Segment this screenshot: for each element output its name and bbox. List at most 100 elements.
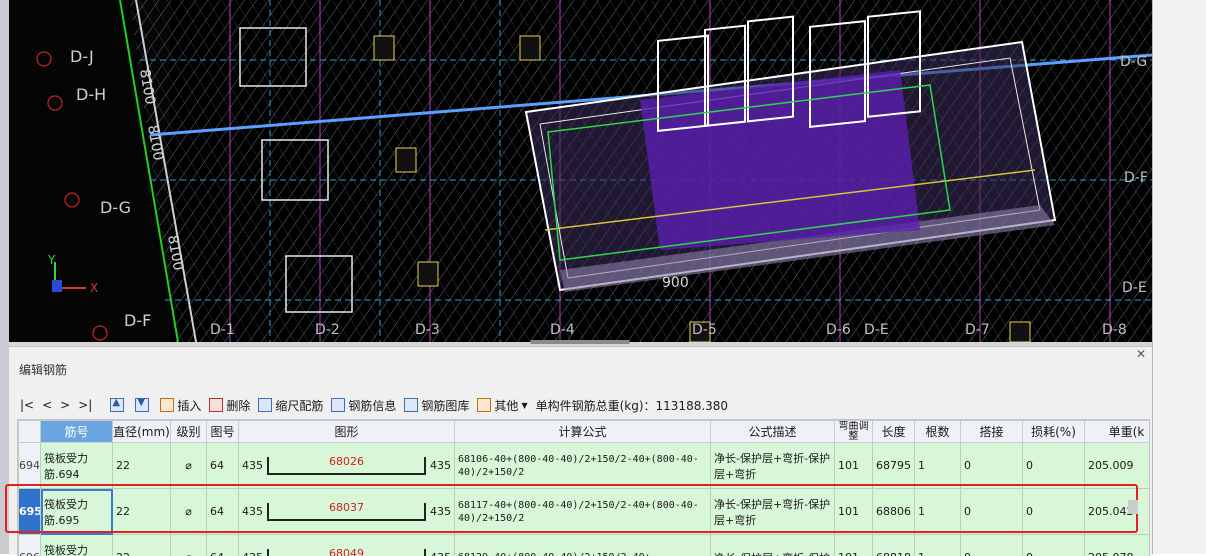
rebar-toolbar: |< < > >| 插入 删除 缩尺配筋 钢筋信息 钢筋图库 其他▼ 单构件钢筋…: [17, 393, 1148, 417]
bar-name-cell[interactable]: 筏板受力筋.694: [41, 443, 113, 489]
library-icon: [404, 398, 418, 412]
bend-cell[interactable]: 101: [835, 489, 873, 535]
scale-rebar-icon: [258, 398, 272, 412]
header-grade[interactable]: 级别: [171, 421, 207, 443]
bar-name-cell[interactable]: 筏板受力筋.695: [41, 489, 113, 535]
shape-cell[interactable]: 435 68049 435: [239, 535, 455, 556]
rebar-library-button[interactable]: 钢筋图库: [401, 394, 472, 416]
length-cell[interactable]: 68806: [873, 489, 915, 535]
insert-button[interactable]: 插入: [157, 394, 204, 416]
close-icon[interactable]: ✕: [1136, 347, 1146, 361]
header-bar-no[interactable]: 筋号: [41, 421, 113, 443]
diameter-cell[interactable]: 22: [113, 489, 171, 535]
formula-cell[interactable]: 68117-40+(800-40-40)/2+150/2-40+(800-40-…: [455, 489, 711, 535]
header-loss[interactable]: 损耗(%): [1023, 421, 1085, 443]
diameter-cell[interactable]: 22: [113, 535, 171, 556]
first-record-button[interactable]: |<: [17, 394, 37, 416]
grade-cell[interactable]: ⌀: [171, 443, 207, 489]
header-formula[interactable]: 计算公式: [455, 421, 711, 443]
grade-cell[interactable]: ⌀: [171, 535, 207, 556]
table-row[interactable]: 694 筏板受力筋.694 22 ⌀ 64 435 68026 435 6810…: [19, 443, 1151, 489]
header-lap[interactable]: 搭接: [961, 421, 1023, 443]
length-cell[interactable]: 68795: [873, 443, 915, 489]
table-header-row: 筋号 直径(mm) 级别 图号 图形 计算公式 公式描述 弯曲调整 长度 根数 …: [19, 421, 1151, 443]
delete-button[interactable]: 删除: [206, 394, 253, 416]
shape-left-value: 435: [242, 505, 263, 518]
shape-cell[interactable]: 435 68037 435: [239, 489, 455, 535]
figure-cell[interactable]: 64: [207, 489, 239, 535]
header-count[interactable]: 根数: [915, 421, 961, 443]
grid-label-d3: D-3: [415, 322, 440, 338]
header-shape[interactable]: 图形: [239, 421, 455, 443]
formula-desc-cell[interactable]: 净长-保护层+弯折-保护: [711, 535, 835, 556]
shape-right-value: 435: [430, 505, 451, 518]
right-label-de: D-E: [1122, 280, 1147, 296]
lap-cell[interactable]: 0: [961, 443, 1023, 489]
grade-cell[interactable]: ⌀: [171, 489, 207, 535]
rebar-table: 筋号 直径(mm) 级别 图号 图形 计算公式 公式描述 弯曲调整 长度 根数 …: [17, 419, 1150, 556]
grid-label-d6: D-6: [826, 322, 851, 338]
rebar-info-label: 钢筋信息: [348, 397, 396, 414]
row-number[interactable]: 695: [19, 489, 41, 535]
axis-label-dh: D-H: [76, 85, 106, 104]
move-up-button[interactable]: [107, 394, 130, 416]
delete-icon: [209, 398, 223, 412]
rebar-info-button[interactable]: 钢筋信息: [328, 394, 399, 416]
move-down-button[interactable]: [132, 394, 155, 416]
header-bend-adjust[interactable]: 弯曲调整: [835, 421, 873, 443]
svg-text:X: X: [90, 281, 98, 295]
next-record-button[interactable]: >: [57, 394, 73, 416]
count-cell[interactable]: 1: [915, 535, 961, 556]
header-formula-desc[interactable]: 公式描述: [711, 421, 835, 443]
row-number[interactable]: 696: [19, 535, 41, 556]
table-scrollbar[interactable]: [1128, 500, 1138, 514]
figure-cell[interactable]: 64: [207, 443, 239, 489]
shape-mid-value: 68037: [269, 501, 424, 514]
grid-label-d1: D-1: [210, 322, 235, 338]
delete-label: 删除: [226, 397, 250, 414]
bend-cell[interactable]: 101: [835, 535, 873, 556]
header-unit-weight[interactable]: 单重(k: [1085, 421, 1151, 443]
dimension-label-4: 900: [662, 275, 689, 291]
unit-weight-cell[interactable]: 205.009: [1085, 443, 1151, 489]
header-length[interactable]: 长度: [873, 421, 915, 443]
shape-left-value: 435: [242, 459, 263, 472]
shape-cell[interactable]: 435 68026 435: [239, 443, 455, 489]
formula-desc-cell[interactable]: 净长-保护层+弯折-保护层+弯折: [711, 443, 835, 489]
move-down-icon: [135, 398, 149, 412]
shape-mid-value: 68026: [269, 455, 424, 468]
formula-cell[interactable]: 68129-40+(800-40-40)/2+150/2-40+: [455, 535, 711, 556]
figure-cell[interactable]: 64: [207, 535, 239, 556]
prev-record-button[interactable]: <: [39, 394, 55, 416]
table-row[interactable]: 696 筏板受力筋.696 22 ⌀ 64 435 68049 435 6812…: [19, 535, 1151, 556]
scale-rebar-button[interactable]: 缩尺配筋: [255, 394, 326, 416]
right-dock-strip: [1152, 0, 1206, 554]
table-row-selected[interactable]: 695 筏板受力筋.695 22 ⌀ 64 435 68037 435 6811…: [19, 489, 1151, 535]
grid-label-d7: D-7: [965, 322, 990, 338]
drawing-canvas[interactable]: D-J D-H D-G D-F D-1 D-2 D-3 D-4 D-5 D-6 …: [0, 0, 1152, 342]
header-diameter[interactable]: 直径(mm): [113, 421, 171, 443]
count-cell[interactable]: 1: [915, 443, 961, 489]
lap-cell[interactable]: 0: [961, 535, 1023, 556]
formula-cell[interactable]: 68106-40+(800-40-40)/2+150/2-40+(800-40-…: [455, 443, 711, 489]
diameter-cell[interactable]: 22: [113, 443, 171, 489]
bar-name-cell[interactable]: 筏板受力筋.696: [41, 535, 113, 556]
formula-desc-cell[interactable]: 净长-保护层+弯折-保护层+弯折: [711, 489, 835, 535]
other-dropdown-button[interactable]: 其他▼: [474, 394, 530, 416]
loss-cell[interactable]: 0: [1023, 443, 1085, 489]
lap-cell[interactable]: 0: [961, 489, 1023, 535]
header-figure-no[interactable]: 图号: [207, 421, 239, 443]
chevron-down-icon: ▼: [521, 401, 527, 410]
viewport-scroll-thumb[interactable]: [530, 340, 630, 344]
grid-label-d2: D-2: [315, 322, 340, 338]
unit-weight-cell[interactable]: 205.042: [1085, 489, 1151, 535]
last-record-button[interactable]: >|: [75, 394, 95, 416]
length-cell[interactable]: 68818: [873, 535, 915, 556]
cad-viewport[interactable]: D-J D-H D-G D-F D-1 D-2 D-3 D-4 D-5 D-6 …: [0, 0, 1152, 342]
loss-cell[interactable]: 0: [1023, 535, 1085, 556]
count-cell[interactable]: 1: [915, 489, 961, 535]
unit-weight-cell[interactable]: 205.078: [1085, 535, 1151, 556]
bend-cell[interactable]: 101: [835, 443, 873, 489]
row-number[interactable]: 694: [19, 443, 41, 489]
loss-cell[interactable]: 0: [1023, 489, 1085, 535]
